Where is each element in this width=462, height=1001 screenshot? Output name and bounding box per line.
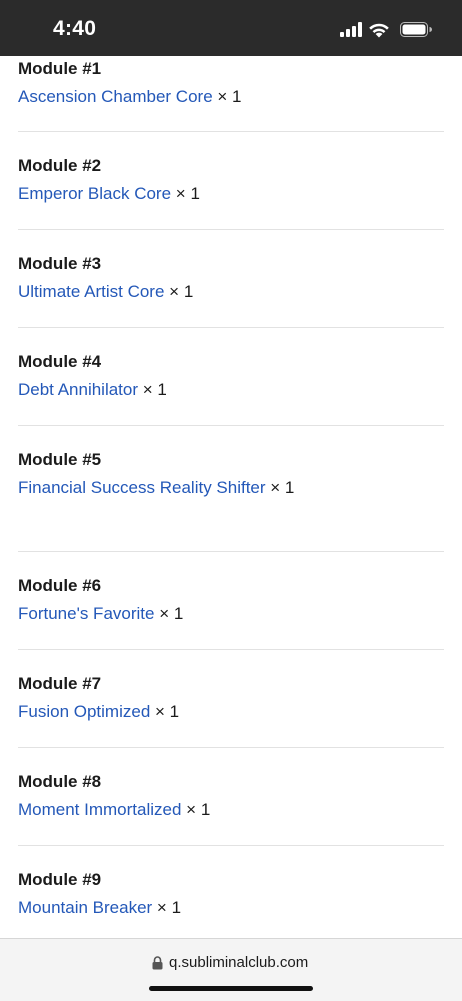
module-line: Moment Immortalized × 1 bbox=[18, 796, 308, 824]
module-quantity: × 1 bbox=[169, 282, 194, 301]
module-quantity: × 1 bbox=[156, 898, 182, 917]
module-title: Module #1 bbox=[18, 59, 102, 78]
cellular-signal-icon bbox=[340, 22, 362, 37]
status-bar: 4:40 bbox=[0, 0, 462, 56]
url-domain[interactable]: q.subliminalclub.com bbox=[169, 954, 308, 971]
module-item: Module #6 Fortune's Favorite × 1 bbox=[18, 551, 444, 650]
module-link[interactable]: Moment Immortalized bbox=[18, 800, 181, 819]
battery-icon bbox=[400, 22, 432, 37]
module-item: Module #1 Ascension Chamber Core × 1 bbox=[18, 56, 444, 132]
module-title: Module #5 bbox=[18, 450, 102, 469]
module-link[interactable]: Emperor Black Core bbox=[18, 184, 171, 203]
module-quantity: × 1 bbox=[175, 184, 200, 203]
lock-icon bbox=[152, 956, 163, 970]
module-item: Module #2 Emperor Black Core × 1 bbox=[18, 131, 444, 230]
module-title: Module #3 bbox=[18, 254, 102, 273]
wifi-icon bbox=[369, 23, 389, 38]
module-item: Module #5 Financial Success Reality Shif… bbox=[18, 425, 444, 552]
module-list: Module #1 Ascension Chamber Core × 1 Mod… bbox=[0, 56, 462, 938]
module-title: Module #4 bbox=[18, 352, 102, 371]
module-link[interactable]: Fusion Optimized bbox=[18, 702, 150, 721]
module-line: Mountain Breaker × 1 bbox=[18, 894, 308, 922]
module-item: Module #7 Fusion Optimized × 1 bbox=[18, 649, 444, 748]
module-line: Ascension Chamber Core × 1 bbox=[18, 83, 308, 111]
module-title: Module #9 bbox=[18, 870, 102, 889]
home-indicator[interactable] bbox=[149, 986, 313, 991]
module-line: Fortune's Favorite × 1 bbox=[18, 600, 308, 628]
module-link[interactable]: Mountain Breaker bbox=[18, 898, 152, 917]
module-title: Module #7 bbox=[18, 674, 102, 693]
address-bar[interactable]: q.subliminalclub.com bbox=[0, 938, 462, 1001]
module-link[interactable]: Ultimate Artist Core bbox=[18, 282, 164, 301]
module-item: Module #4 Debt Annihilator × 1 bbox=[18, 327, 444, 426]
module-line: Fusion Optimized × 1 bbox=[18, 698, 308, 726]
module-link[interactable]: Ascension Chamber Core bbox=[18, 87, 213, 106]
module-quantity: × 1 bbox=[155, 702, 180, 721]
module-quantity: × 1 bbox=[217, 87, 242, 106]
module-link[interactable]: Financial Success Reality Shifter bbox=[18, 478, 266, 497]
module-item: Module #9 Mountain Breaker × 1 bbox=[18, 845, 444, 938]
module-title: Module #6 bbox=[18, 576, 102, 595]
module-line: Financial Success Reality Shifter × 1 bbox=[18, 474, 308, 502]
module-quantity: × 1 bbox=[186, 800, 211, 819]
module-link[interactable]: Debt Annihilator bbox=[18, 380, 138, 399]
module-quantity: × 1 bbox=[159, 604, 184, 623]
module-line: Emperor Black Core × 1 bbox=[18, 180, 308, 208]
module-item: Module #3 Ultimate Artist Core × 1 bbox=[18, 229, 444, 328]
module-line: Debt Annihilator × 1 bbox=[18, 376, 308, 404]
module-line: Ultimate Artist Core × 1 bbox=[18, 278, 308, 306]
module-title: Module #8 bbox=[18, 772, 102, 791]
module-title: Module #2 bbox=[18, 156, 102, 175]
module-item: Module #8 Moment Immortalized × 1 bbox=[18, 747, 444, 846]
status-time: 4:40 bbox=[53, 17, 97, 40]
module-link[interactable]: Fortune's Favorite bbox=[18, 604, 154, 623]
module-quantity: × 1 bbox=[142, 380, 167, 399]
module-quantity: × 1 bbox=[270, 478, 295, 497]
